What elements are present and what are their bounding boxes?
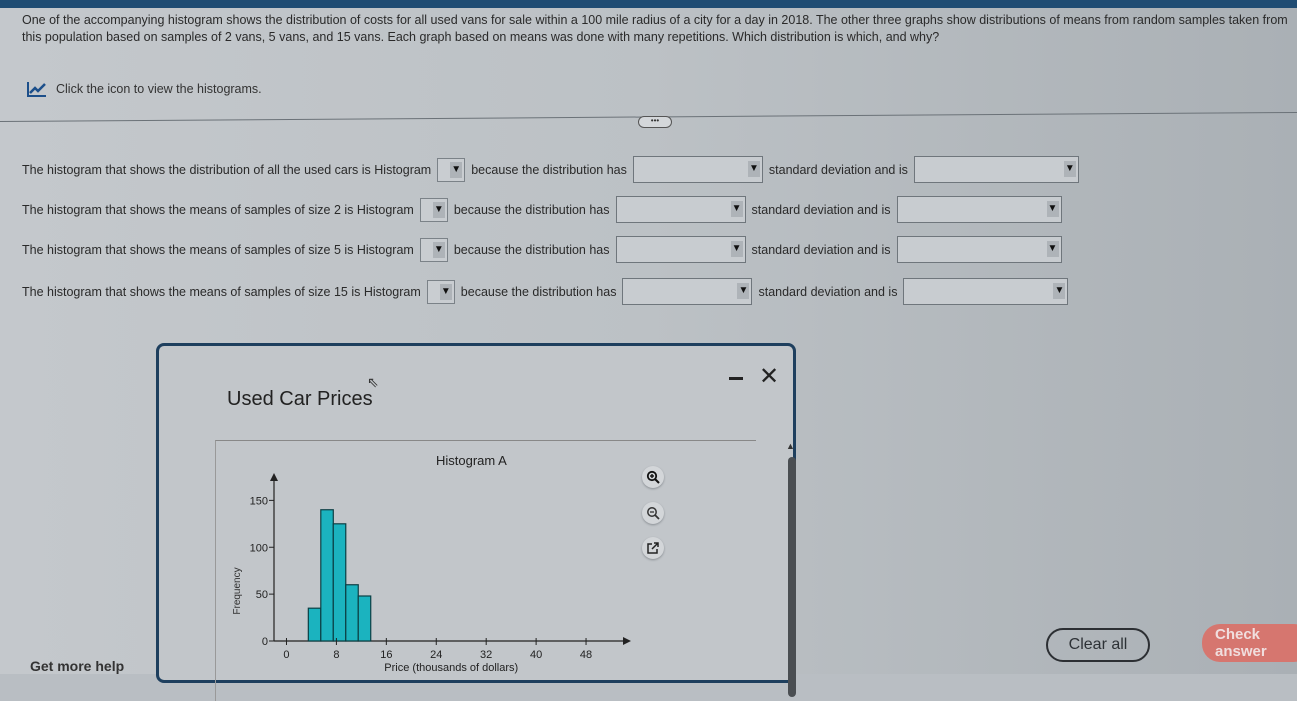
histogram-bar bbox=[320, 509, 334, 642]
scroll-up-arrow-icon[interactable]: ▲ bbox=[786, 441, 795, 451]
answer-row-4: The histogram that shows the means of sa… bbox=[22, 278, 1074, 305]
scrollbar[interactable] bbox=[788, 457, 796, 697]
row-suffix: standard deviation and is bbox=[758, 284, 898, 299]
histogram-select[interactable]: ▼ bbox=[437, 157, 466, 182]
shape-select[interactable]: ▼ bbox=[896, 196, 1062, 223]
row-mid: because the distribution has bbox=[471, 162, 627, 177]
histogram-a: 0 8 16 24 32 40 48 0 50 100 150 Price (thousands of… bbox=[232, 473, 631, 674]
y-axis-arrow-icon bbox=[270, 473, 278, 481]
pop-out-icon bbox=[647, 542, 659, 554]
y-tick-label: 150 bbox=[250, 495, 268, 507]
view-histograms-link[interactable]: Click the icon to view the histograms. bbox=[26, 80, 262, 98]
dropdown-arrow-icon: ▼ bbox=[439, 283, 452, 300]
row-prefix: The histogram that shows the means of sa… bbox=[22, 242, 414, 257]
x-tick-label: 0 bbox=[283, 649, 289, 661]
dropdown-arrow-icon: ▼ bbox=[1046, 201, 1059, 217]
close-button[interactable]: ✕ bbox=[759, 362, 779, 391]
sd-select[interactable]: ▼ bbox=[632, 156, 763, 183]
histogram-bar bbox=[307, 607, 322, 642]
zoom-in-button[interactable] bbox=[642, 466, 664, 488]
y-tick-label: 50 bbox=[256, 589, 268, 601]
zoom-in-icon bbox=[646, 470, 660, 484]
histogram-select[interactable]: ▼ bbox=[419, 197, 448, 222]
x-tick-label: 16 bbox=[380, 649, 392, 661]
histogram-bar bbox=[332, 523, 347, 642]
x-tick-label: 40 bbox=[530, 649, 542, 661]
minimize-button[interactable] bbox=[729, 377, 743, 380]
dropdown-arrow-icon: ▼ bbox=[432, 241, 445, 258]
expand-handle[interactable]: ••• bbox=[638, 116, 672, 128]
row-mid: because the distribution has bbox=[453, 242, 610, 257]
dropdown-arrow-icon: ▼ bbox=[1063, 161, 1076, 177]
histogram-select[interactable]: ▼ bbox=[426, 279, 455, 304]
y-axis-label: Frequency bbox=[232, 567, 243, 614]
row-suffix: standard deviation and is bbox=[768, 162, 908, 177]
row-mid: because the distribution has bbox=[460, 284, 617, 299]
histogram-select[interactable]: ▼ bbox=[419, 237, 448, 262]
y-tick-label: 100 bbox=[250, 542, 268, 554]
dropdown-arrow-icon: ▼ bbox=[747, 161, 760, 177]
mouse-cursor-icon: ⇖ bbox=[367, 374, 379, 390]
hint-text: Click the icon to view the histograms. bbox=[56, 82, 262, 96]
dropdown-arrow-icon: ▼ bbox=[432, 201, 445, 218]
clear-all-button[interactable]: Clear all bbox=[1046, 628, 1150, 662]
histogram-bar bbox=[357, 595, 372, 642]
zoom-out-button[interactable] bbox=[642, 502, 664, 524]
dropdown-arrow-icon: ▼ bbox=[730, 241, 743, 257]
dropdown-arrow-icon: ▼ bbox=[1046, 241, 1059, 257]
get-more-help-link[interactable]: Get more help bbox=[30, 658, 124, 674]
x-tick-label: 48 bbox=[580, 649, 592, 661]
sd-select[interactable]: ▼ bbox=[615, 196, 746, 223]
dropdown-arrow-icon: ▼ bbox=[1053, 283, 1066, 299]
row-prefix: The histogram that shows the means of sa… bbox=[22, 202, 414, 217]
answer-row-3: The histogram that shows the means of sa… bbox=[22, 236, 1068, 263]
line-chart-icon[interactable] bbox=[26, 80, 48, 98]
check-answer-button[interactable]: Check answer bbox=[1202, 624, 1297, 662]
histogram-bar bbox=[345, 584, 359, 642]
shape-select[interactable]: ▼ bbox=[896, 236, 1062, 263]
answer-row-1: The histogram that shows the distributio… bbox=[22, 156, 1085, 183]
y-tick-label: 0 bbox=[262, 636, 268, 648]
dropdown-arrow-icon: ▼ bbox=[450, 161, 463, 178]
chart-scroll-area: Histogram A 0 8 16 24 32 40 48 0 50 100 150 Price (… bbox=[215, 440, 796, 701]
question-text: One of the accompanying histogram shows … bbox=[22, 13, 1288, 44]
row-mid: because the distribution has bbox=[453, 202, 610, 217]
x-axis-arrow-icon bbox=[623, 637, 631, 645]
x-tick-label: 8 bbox=[333, 649, 339, 661]
sd-select[interactable]: ▼ bbox=[622, 278, 753, 305]
zoom-out-icon bbox=[647, 507, 660, 520]
x-axis-label: Price (thousands of dollars) bbox=[384, 662, 518, 674]
shape-select[interactable]: ▼ bbox=[913, 156, 1079, 183]
row-suffix: standard deviation and is bbox=[751, 242, 891, 257]
dropdown-arrow-icon: ▼ bbox=[730, 201, 743, 217]
row-prefix: The histogram that shows the distributio… bbox=[22, 162, 432, 177]
x-tick-label: 24 bbox=[430, 649, 442, 661]
pop-out-button[interactable] bbox=[642, 537, 664, 559]
row-prefix: The histogram that shows the means of sa… bbox=[22, 284, 421, 299]
top-bar bbox=[0, 0, 1297, 8]
row-suffix: standard deviation and is bbox=[751, 202, 891, 217]
dropdown-arrow-icon: ▼ bbox=[737, 283, 750, 299]
histograms-dialog: Used Car Prices ⇖ ✕ Histogram A 0 8 16 24 32… bbox=[156, 343, 796, 701]
sd-select[interactable]: ▼ bbox=[615, 236, 746, 263]
shape-select[interactable]: ▼ bbox=[903, 278, 1069, 305]
x-tick-label: 32 bbox=[480, 649, 492, 661]
answer-row-2: The histogram that shows the means of sa… bbox=[22, 196, 1068, 223]
dialog-title: Used Car Prices bbox=[227, 388, 373, 410]
